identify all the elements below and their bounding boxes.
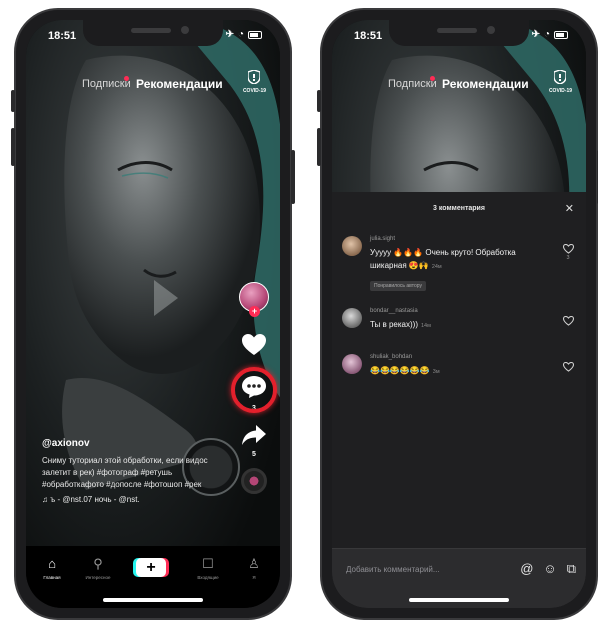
comments-title: 3 комментария: [433, 205, 485, 212]
comment-button[interactable]: 3: [231, 367, 277, 413]
status-bar: 18:51 ✈ ◔: [332, 20, 586, 48]
covid-button[interactable]: COVID-19: [242, 69, 266, 94]
home-indicator[interactable]: [103, 598, 203, 602]
wifi-icon: ◔: [237, 29, 244, 40]
heart-outline-icon: [562, 362, 574, 372]
wifi-icon: ◔: [543, 29, 550, 40]
status-time: 18:51: [48, 30, 77, 42]
volume-up-button: [317, 128, 321, 166]
power-button: [291, 150, 295, 204]
comment-username[interactable]: bondar__nastasia: [370, 308, 546, 314]
share-button[interactable]: 5: [236, 425, 272, 458]
creator-username[interactable]: @axionov: [42, 438, 232, 449]
airplane-icon: ✈: [225, 29, 234, 40]
home-indicator[interactable]: [409, 598, 509, 602]
comment-text-content: 😂😂😂😂😂😂: [370, 366, 430, 375]
comment-text-content: Ууууу 🔥🔥🔥 Очень круто! Обработка шикарна…: [370, 248, 516, 270]
create-button[interactable]: +: [133, 558, 169, 577]
comment-time: 3м: [432, 369, 440, 375]
volume-up-button: [11, 128, 15, 166]
comment-like-button[interactable]: [560, 316, 576, 326]
avatar[interactable]: [342, 236, 362, 256]
home-icon: ⌂: [48, 556, 56, 571]
comment-username[interactable]: shuliak_bohdan: [370, 354, 546, 360]
share-icon: [242, 425, 266, 445]
inbox-icon: ☐: [202, 556, 214, 571]
notification-dot: [430, 76, 435, 81]
screen: 18:51 ✈ ◔ Подписки Рекомендации COVID-19…: [26, 20, 280, 608]
comment-like-count: 3: [566, 255, 570, 261]
at-icon[interactable]: @: [520, 561, 533, 577]
avatar[interactable]: [342, 308, 362, 328]
comments-header: 3 комментария ✕: [332, 192, 586, 228]
music-track-label: ъ - @nst.07 ночь - @nst.: [50, 495, 140, 504]
liked-by-author-badge: Понравилось автору: [370, 281, 426, 291]
comments-sheet: 3 комментария ✕ julia.sight Ууууу 🔥🔥🔥 Оч…: [332, 192, 586, 608]
comment-text-content: Ты в реках))): [370, 320, 418, 329]
comment-like-button[interactable]: [560, 362, 576, 372]
avatar[interactable]: [342, 354, 362, 374]
comment-input[interactable]: Добавить комментарий...: [346, 565, 440, 574]
share-count: 5: [252, 451, 256, 458]
mute-switch: [317, 90, 321, 112]
shield-icon: [553, 69, 568, 85]
music-disc-icon[interactable]: [241, 468, 267, 494]
status-bar: 18:51 ✈ ◔: [26, 20, 280, 48]
tab-discover-label: Интересное: [85, 575, 111, 580]
tab-profile-label: Я: [252, 575, 256, 580]
highlight-ring: [231, 367, 277, 413]
covid-button[interactable]: COVID-19: [548, 69, 572, 94]
comment-username[interactable]: julia.sight: [370, 236, 546, 242]
covid-label: COVID-19: [242, 88, 266, 94]
heart-outline-icon: [562, 316, 574, 326]
like-button[interactable]: [236, 334, 272, 361]
follow-plus-icon[interactable]: +: [249, 306, 260, 317]
battery-icon: [248, 30, 262, 39]
tab-profile[interactable]: ♙ Я: [234, 556, 274, 580]
emoji-icon[interactable]: ☺: [543, 561, 556, 577]
comment-text: 😂😂😂😂😂😂 3м: [370, 364, 546, 379]
status-time: 18:51: [354, 30, 383, 42]
tab-discover[interactable]: ⚲ Интересное: [78, 556, 118, 580]
notification-dot: [124, 76, 129, 81]
phone-right: 18:51 ✈ ◔ Подписки Рекомендации COVID-19…: [317, 8, 598, 620]
tab-for-you[interactable]: Рекомендации: [442, 77, 529, 91]
comment-text: Ты в реках))) 14м: [370, 318, 546, 333]
screen: 18:51 ✈ ◔ Подписки Рекомендации COVID-19…: [332, 20, 586, 608]
mute-switch: [11, 90, 15, 112]
tab-for-you[interactable]: Рекомендации: [136, 77, 223, 91]
battery-icon: [554, 30, 568, 39]
comment-time: 24м: [431, 264, 442, 270]
tab-inbox-label: Входящие: [197, 575, 219, 580]
plus-icon: +: [146, 559, 156, 576]
music-track[interactable]: ♫ ъ - @nst.07 ночь - @nst.: [42, 495, 232, 504]
close-icon[interactable]: ✕: [565, 202, 574, 215]
video-caption: @axionov Сниму туториал этой обработки, …: [42, 438, 232, 504]
comment-item: shuliak_bohdan 😂😂😂😂😂😂 3м: [342, 354, 576, 394]
phone-left: 18:51 ✈ ◔ Подписки Рекомендации COVID-19…: [11, 8, 295, 620]
tab-home[interactable]: ⌂ Главная: [32, 556, 72, 580]
comment-item: julia.sight Ууууу 🔥🔥🔥 Очень круто! Обраб…: [342, 236, 576, 300]
heart-icon: [242, 334, 266, 355]
heart-outline-icon: [562, 244, 574, 254]
comment-text: Ууууу 🔥🔥🔥 Очень круто! Обработка шикарна…: [370, 246, 546, 274]
action-rail: + 3 5: [231, 282, 277, 494]
shield-icon: [247, 69, 262, 85]
comment-like-button[interactable]: 3: [560, 244, 576, 261]
comment-time: 14м: [421, 323, 431, 329]
mention-icon[interactable]: ⧉: [567, 561, 576, 577]
airplane-icon: ✈: [531, 29, 540, 40]
tab-inbox[interactable]: ☐ Входящие: [188, 556, 228, 580]
creator-avatar-button[interactable]: +: [239, 282, 269, 317]
tab-home-label: Главная: [43, 575, 61, 580]
covid-label: COVID-19: [548, 88, 572, 94]
video-description: Сниму туториал этой обработки, если видо…: [42, 456, 208, 489]
search-icon: ⚲: [93, 556, 103, 571]
comment-item: bondar__nastasia Ты в реках))) 14м: [342, 308, 576, 348]
profile-icon: ♙: [248, 556, 260, 571]
